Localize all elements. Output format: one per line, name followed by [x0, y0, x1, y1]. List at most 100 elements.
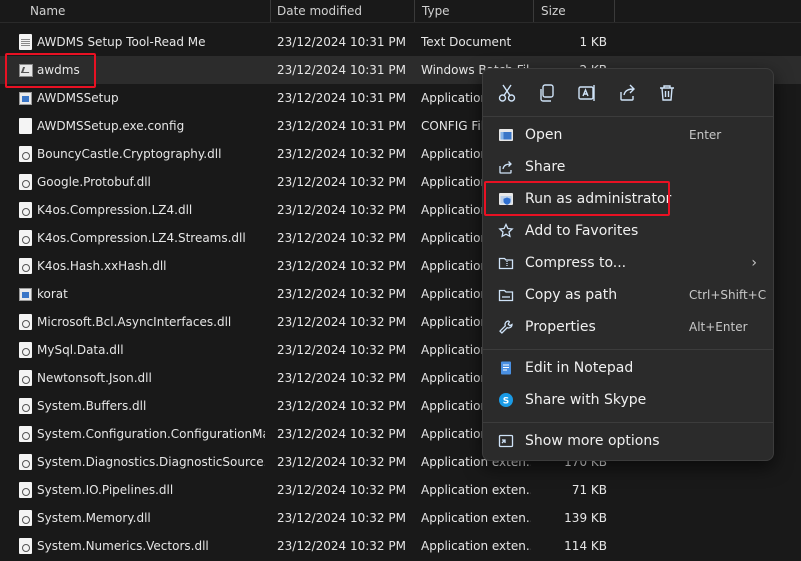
file-date-modified: 23/12/2024 10:32 PM	[277, 455, 406, 469]
menu-item-compress-to[interactable]: Compress to... ›	[483, 247, 773, 279]
menu-item-share-with-skype[interactable]: S Share with Skype	[483, 384, 773, 416]
menu-item-label: Show more options	[525, 433, 660, 449]
column-type[interactable]: Type	[422, 0, 450, 22]
file-name: K4os.Hash.xxHash.dll	[37, 259, 167, 273]
menu-item-show-more-options[interactable]: Show more options	[483, 425, 773, 457]
svg-text:S: S	[503, 397, 509, 407]
menu-item-properties[interactable]: Properties Alt+Enter	[483, 311, 773, 343]
file-date-modified: 23/12/2024 10:31 PM	[277, 91, 406, 105]
file-type: Application exten...	[421, 511, 531, 525]
file-name: System.Numerics.Vectors.dll	[37, 539, 209, 553]
rename-icon[interactable]	[575, 81, 599, 105]
file-type: Application exten...	[421, 539, 531, 553]
dll-file-icon	[19, 314, 32, 330]
menu-item-open[interactable]: Open Enter	[483, 119, 773, 151]
dll-file-icon	[19, 258, 32, 274]
file-size: 139 KB	[564, 511, 607, 525]
file-date-modified: 23/12/2024 10:32 PM	[277, 287, 406, 301]
menu-item-label: Open	[525, 127, 563, 143]
star-icon	[498, 222, 514, 239]
menu-item-add-to-favorites[interactable]: Add to Favorites	[483, 215, 773, 247]
file-date-modified: 23/12/2024 10:31 PM	[277, 119, 406, 133]
highlight-box-run-as-administrator	[484, 181, 670, 216]
chevron-right-icon: ›	[751, 255, 757, 271]
menu-item-label: Compress to...	[525, 255, 627, 271]
file-row[interactable]: AWDMS Setup Tool-Read Me 23/12/2024 10:31…	[0, 28, 801, 56]
file-name: BouncyCastle.Cryptography.dll	[37, 147, 222, 161]
dll-file-icon	[19, 482, 32, 498]
file-name: K4os.Compression.LZ4.Streams.dll	[37, 231, 246, 245]
menu-item-label: Add to Favorites	[525, 223, 639, 239]
menu-separator	[483, 422, 773, 423]
file-name: AWDMSSetup	[37, 91, 119, 105]
file-name: System.Buffers.dll	[37, 399, 147, 413]
text-document-icon	[19, 34, 32, 50]
file-date-modified: 23/12/2024 10:32 PM	[277, 399, 406, 413]
file-name: korat	[37, 287, 68, 301]
file-date-modified: 23/12/2024 10:32 PM	[277, 483, 406, 497]
column-size[interactable]: Size	[541, 0, 566, 22]
file-date-modified: 23/12/2024 10:32 PM	[277, 259, 406, 273]
copy-icon[interactable]	[535, 81, 559, 105]
application-icon	[19, 92, 32, 105]
file-date-modified: 23/12/2024 10:32 PM	[277, 203, 406, 217]
file-date-modified: 23/12/2024 10:31 PM	[277, 63, 406, 77]
menu-separator	[483, 349, 773, 350]
file-date-modified: 23/12/2024 10:32 PM	[277, 147, 406, 161]
share-icon[interactable]	[615, 81, 639, 105]
column-divider[interactable]	[614, 0, 615, 22]
file-name: K4os.Compression.LZ4.dll	[37, 203, 193, 217]
file-size: 71 KB	[571, 483, 607, 497]
file-type: Application exten...	[421, 483, 531, 497]
file-size: 1 KB	[579, 35, 607, 49]
menu-item-copy-as-path[interactable]: Copy as path Ctrl+Shift+C	[483, 279, 773, 311]
menu-shortcut: Alt+Enter	[689, 320, 748, 334]
file-row[interactable]: System.IO.Pipelines.dll 23/12/2024 10:32 …	[0, 476, 801, 504]
context-menu: Open Enter Share Run as administrator Ad…	[482, 68, 774, 461]
open-app-icon	[498, 127, 514, 143]
sort-ascending-icon: ⌃	[142, 0, 150, 3]
application-icon	[19, 288, 32, 301]
column-divider[interactable]	[270, 0, 271, 22]
file-name: AWDMSSetup.exe.config	[37, 119, 185, 133]
menu-item-label: Share	[525, 159, 566, 175]
menu-item-edit-in-notepad[interactable]: Edit in Notepad	[483, 352, 773, 384]
file-type: Text Document	[421, 35, 512, 49]
column-header: ⌃ Name Date modified Type Size	[0, 0, 801, 23]
file-size: 114 KB	[564, 539, 607, 553]
file-date-modified: 23/12/2024 10:31 PM	[277, 35, 406, 49]
file-name: System.Memory.dll	[37, 511, 151, 525]
menu-item-share[interactable]: Share	[483, 151, 773, 183]
skype-icon: S	[498, 392, 514, 408]
delete-icon[interactable]	[655, 81, 679, 105]
dll-file-icon	[19, 174, 32, 190]
wrench-icon	[498, 319, 514, 335]
column-divider[interactable]	[414, 0, 415, 22]
file-date-modified: 23/12/2024 10:32 PM	[277, 315, 406, 329]
dll-file-icon	[19, 230, 32, 246]
column-date-modified[interactable]: Date modified	[277, 0, 362, 22]
dll-file-icon	[19, 426, 32, 442]
file-date-modified: 23/12/2024 10:32 PM	[277, 427, 406, 441]
file-date-modified: 23/12/2024 10:32 PM	[277, 371, 406, 385]
file-row[interactable]: System.Memory.dll 23/12/2024 10:32 PM Appl…	[0, 504, 801, 532]
file-icon	[19, 118, 32, 134]
file-date-modified: 23/12/2024 10:32 PM	[277, 175, 406, 189]
file-row[interactable]: System.Numerics.Vectors.dll 23/12/2024 10…	[0, 532, 801, 560]
dll-file-icon	[19, 538, 32, 554]
column-name[interactable]: Name	[30, 0, 65, 22]
dll-file-icon	[19, 454, 32, 470]
file-date-modified: 23/12/2024 10:32 PM	[277, 231, 406, 245]
dll-file-icon	[19, 370, 32, 386]
file-name: Google.Protobuf.dll	[37, 175, 151, 189]
file-name: System.IO.Pipelines.dll	[37, 483, 174, 497]
menu-item-label: Share with Skype	[525, 392, 647, 408]
copy-path-icon	[498, 287, 514, 303]
file-date-modified: 23/12/2024 10:32 PM	[277, 539, 406, 553]
file-date-modified: 23/12/2024 10:32 PM	[277, 511, 406, 525]
column-divider[interactable]	[533, 0, 534, 22]
file-date-modified: 23/12/2024 10:32 PM	[277, 343, 406, 357]
cut-icon[interactable]	[495, 81, 519, 105]
menu-shortcut: Enter	[689, 128, 722, 142]
file-name: System.Diagnostics.DiagnosticSource.dll	[37, 455, 265, 469]
